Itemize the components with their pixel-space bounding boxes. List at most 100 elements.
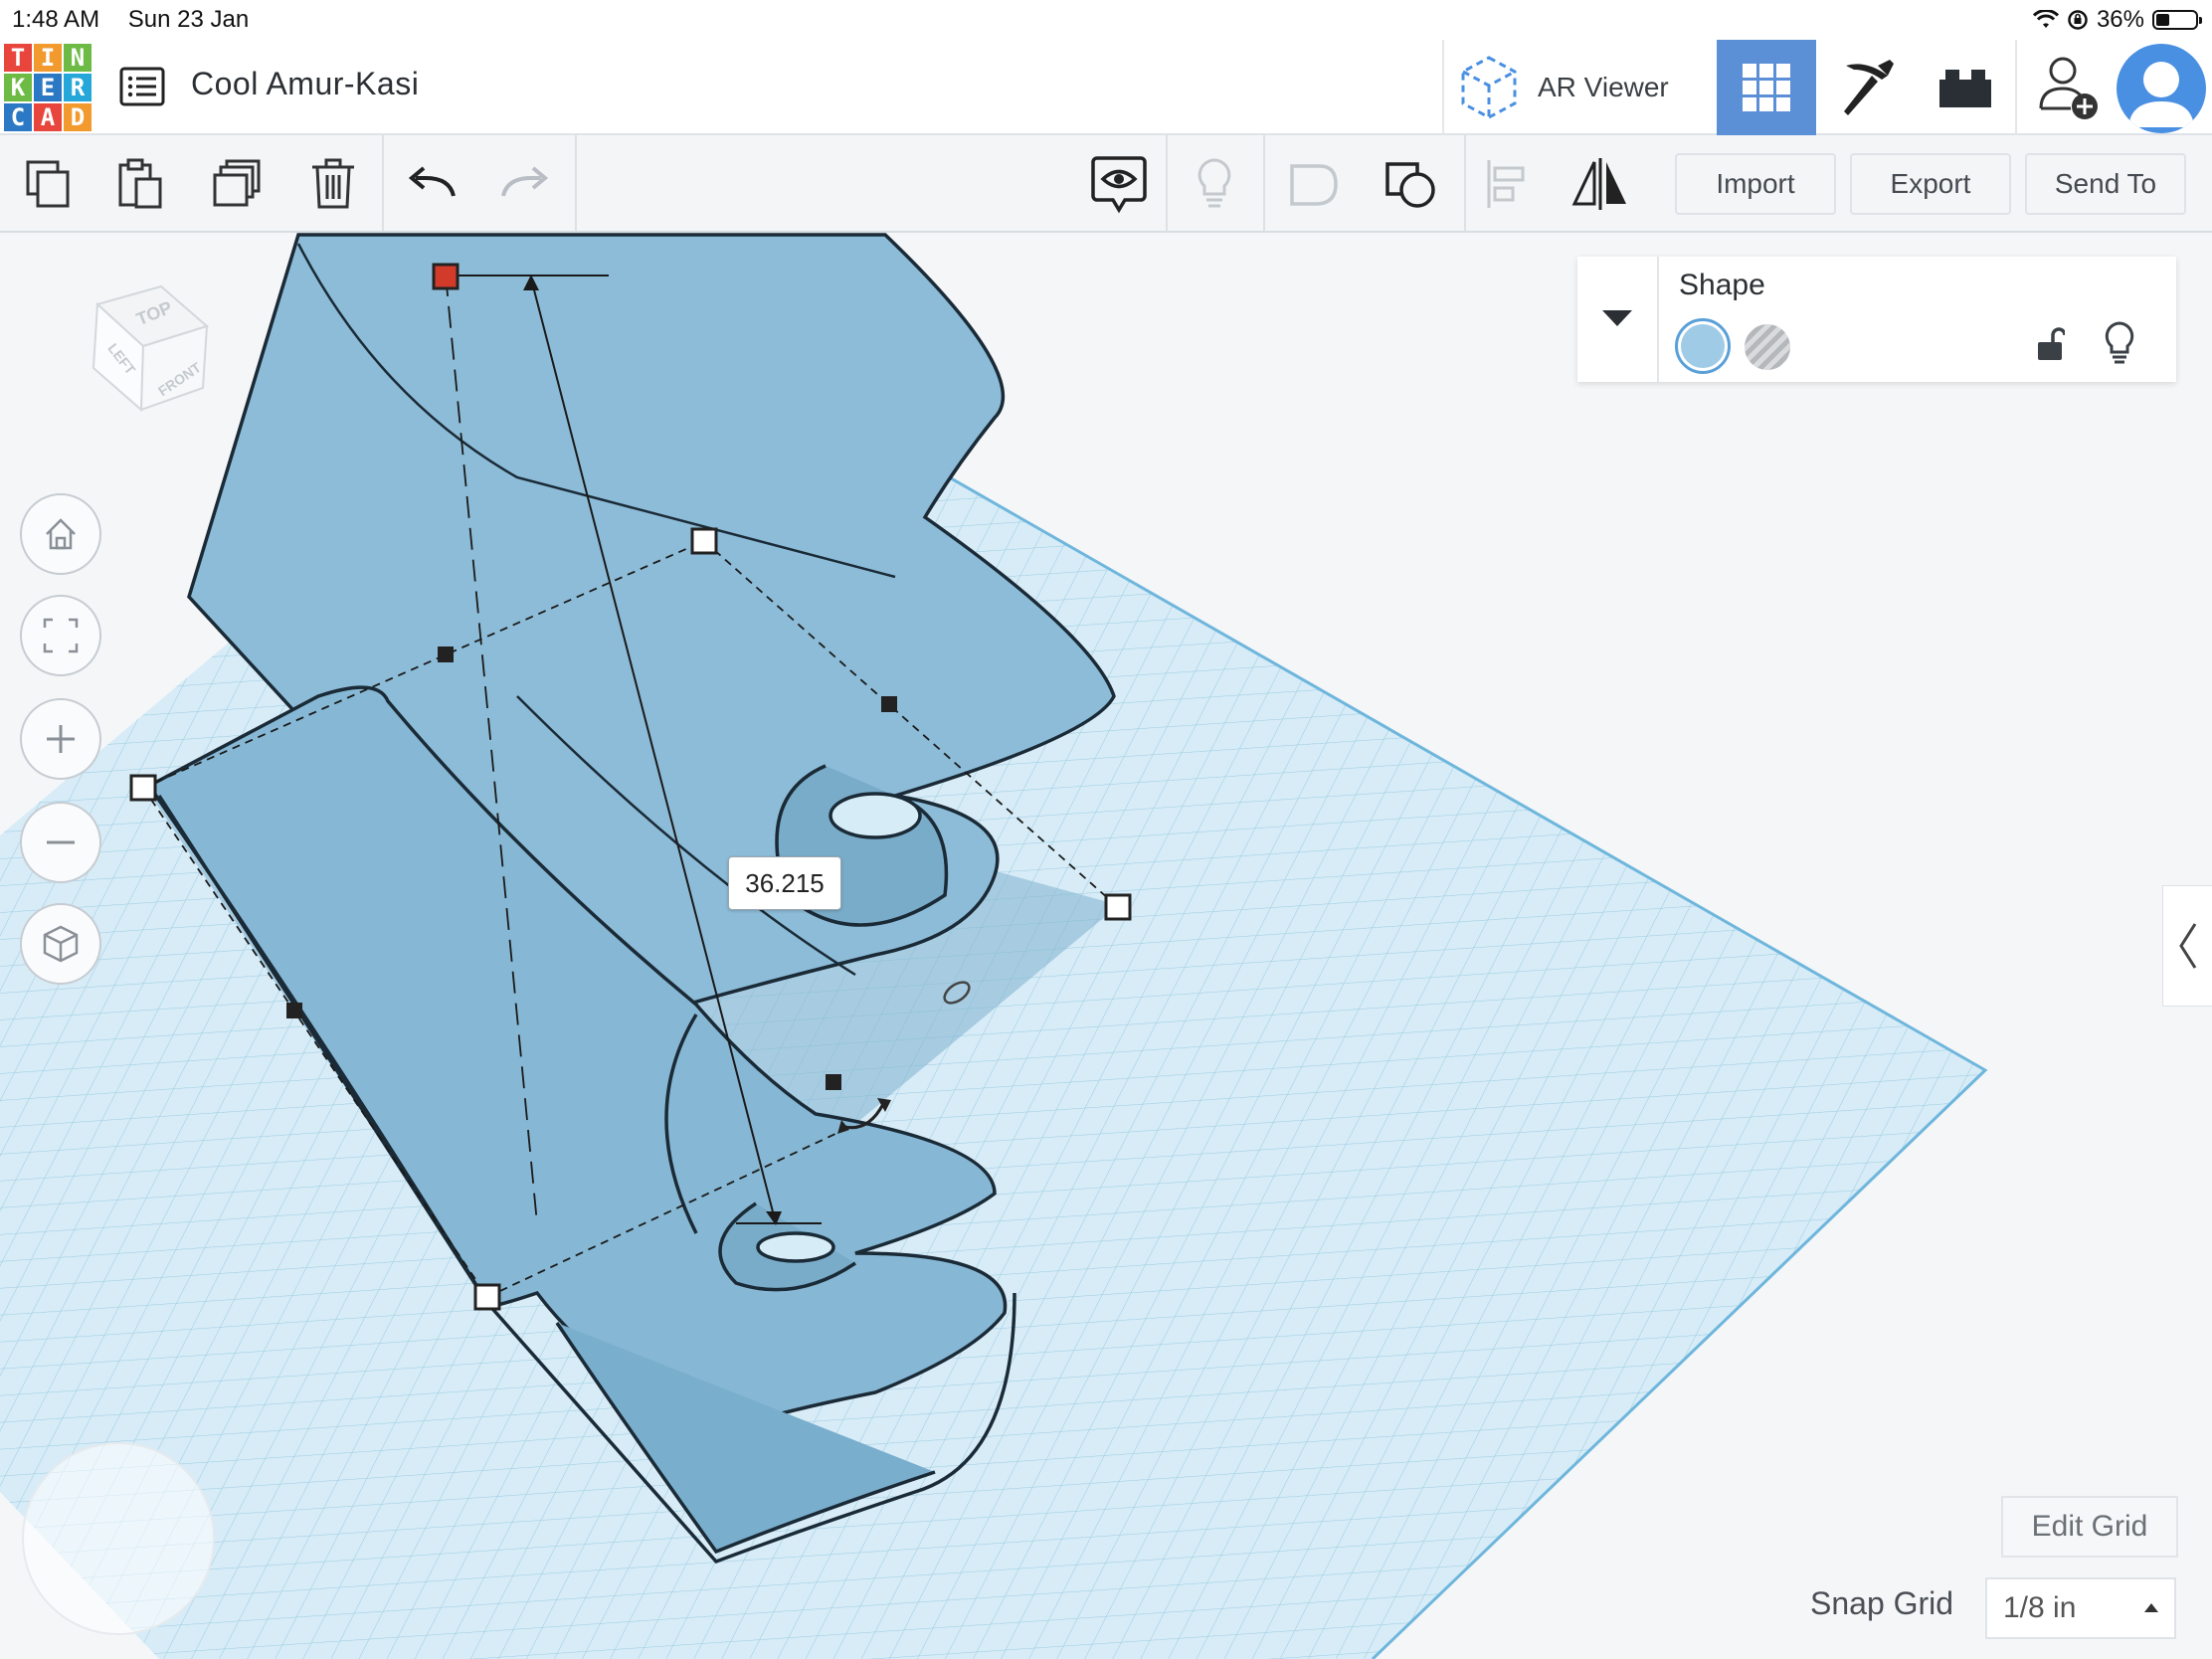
- trash-icon: [312, 158, 354, 209]
- brick-icon: [1939, 70, 1991, 107]
- undo-button[interactable]: [400, 151, 465, 217]
- scale-handle[interactable]: [690, 527, 718, 555]
- divider: [1464, 135, 1466, 231]
- scale-handle[interactable]: [129, 774, 157, 802]
- add-user-icon: [2039, 57, 2098, 119]
- user-avatar[interactable]: [2117, 44, 2206, 133]
- fit-view-button[interactable]: [20, 595, 101, 676]
- grid-icon: [1743, 64, 1790, 111]
- show-all-button[interactable]: [1182, 151, 1247, 217]
- edit-toolbar: Import Export Send To: [0, 135, 2212, 233]
- eye-bubble-icon: [1091, 156, 1147, 214]
- collapse-panel-button[interactable]: [1577, 257, 1659, 382]
- perspective-toggle-button[interactable]: [20, 903, 101, 985]
- height-handle[interactable]: [432, 263, 460, 290]
- mirror-icon: [1571, 158, 1626, 210]
- paste-button[interactable]: [107, 151, 173, 217]
- plus-icon: [47, 725, 75, 753]
- edit-grid-button[interactable]: Edit Grid: [2001, 1496, 2178, 1558]
- import-button[interactable]: Import: [1675, 153, 1836, 215]
- copy-button[interactable]: [16, 151, 82, 217]
- navigation-joystick[interactable]: [22, 1442, 215, 1635]
- cube-icon: [43, 925, 79, 963]
- view-cube[interactable]: TOP LEFT FRONT: [36, 267, 225, 436]
- mirror-button[interactable]: [1567, 151, 1633, 217]
- snap-grid-select[interactable]: 1/8 in: [1985, 1577, 2176, 1639]
- home-icon: [46, 518, 76, 550]
- align-button[interactable]: [1474, 151, 1540, 217]
- zoom-out-button[interactable]: [20, 802, 101, 883]
- pickaxe-icon: [1844, 60, 1894, 115]
- hole-button[interactable]: [1745, 324, 1790, 370]
- triangle-down-icon: [1602, 310, 1632, 326]
- edge-handle[interactable]: [826, 1074, 841, 1090]
- duplicate-icon: [213, 159, 261, 207]
- undo-icon: [408, 166, 456, 197]
- group-icon: [1290, 164, 1338, 206]
- logo-letter: N: [64, 44, 92, 72]
- ungroup-button[interactable]: [1379, 151, 1444, 217]
- 3d-view-button[interactable]: [1717, 40, 1816, 135]
- minus-icon: [47, 840, 75, 844]
- align-icon: [1487, 160, 1525, 208]
- logo-letter: R: [64, 74, 92, 101]
- logo-letter: D: [64, 103, 92, 131]
- divider: [1166, 135, 1168, 231]
- ar-viewer-button[interactable]: AR Viewer: [1458, 40, 1669, 135]
- workplane-canvas[interactable]: [0, 233, 2212, 1659]
- logo-letter: E: [34, 74, 62, 101]
- edge-handle[interactable]: [881, 696, 897, 712]
- fit-icon: [43, 618, 79, 653]
- snap-grid-label: Snap Grid: [1810, 1585, 1954, 1621]
- status-time: 1:48 AM: [12, 6, 100, 33]
- battery-percent: 36%: [2096, 6, 2144, 33]
- redo-icon: [501, 166, 549, 197]
- caret-up-icon: [2144, 1603, 2158, 1612]
- zoom-in-button[interactable]: [20, 698, 101, 780]
- send-to-button[interactable]: Send To: [2025, 153, 2186, 215]
- scale-handle[interactable]: [473, 1283, 501, 1311]
- visibility-bulb-icon[interactable]: [2103, 320, 2136, 366]
- redo-button[interactable]: [491, 151, 557, 217]
- scale-handle[interactable]: [1104, 893, 1132, 921]
- user-icon: [2128, 62, 2194, 127]
- edge-handle[interactable]: [286, 1003, 302, 1018]
- invite-user-button[interactable]: [2019, 40, 2119, 135]
- divider: [2015, 40, 2017, 135]
- battery-icon: [2152, 10, 2202, 30]
- status-bar: 1:48 AM Sun 23 Jan 36%: [0, 0, 2212, 40]
- height-dimension-input[interactable]: 36.215: [728, 856, 841, 910]
- ar-viewer-label: AR Viewer: [1538, 72, 1669, 102]
- notes-button[interactable]: [1086, 151, 1152, 217]
- ar-cube-icon: [1461, 56, 1517, 119]
- title-bar: T I N K E R C A D Cool Amur-Kasi AR View…: [0, 40, 2212, 135]
- orientation-lock-icon: [2068, 10, 2088, 30]
- unlock-icon[interactable]: [2035, 324, 2065, 364]
- solid-color-button[interactable]: [1675, 318, 1731, 374]
- shape-panel-title: Shape: [1679, 269, 1765, 301]
- divider: [1442, 40, 1444, 135]
- logo-letter: I: [34, 44, 62, 72]
- project-title[interactable]: Cool Amur-Kasi: [191, 66, 419, 102]
- ungroup-icon: [1385, 162, 1435, 208]
- snap-grid-value: 1/8 in: [2003, 1591, 2077, 1624]
- copy-icon: [26, 160, 70, 208]
- edge-handle[interactable]: [438, 646, 454, 662]
- tinkercad-logo[interactable]: T I N K E R C A D: [4, 44, 92, 131]
- logo-letter: T: [4, 44, 32, 72]
- export-button[interactable]: Export: [1850, 153, 2011, 215]
- wifi-icon: [2032, 10, 2059, 28]
- duplicate-button[interactable]: [205, 151, 271, 217]
- shape-inspector-panel: Shape: [1577, 257, 2176, 382]
- blocks-view-button[interactable]: [1816, 40, 1916, 135]
- design-list-button[interactable]: [117, 62, 167, 111]
- home-view-button[interactable]: [20, 493, 101, 575]
- shapes-panel-toggle[interactable]: [2162, 885, 2212, 1007]
- divider: [575, 135, 577, 231]
- group-button[interactable]: [1281, 151, 1347, 217]
- delete-button[interactable]: [300, 151, 366, 217]
- divider: [1263, 135, 1265, 231]
- workplane-viewport[interactable]: TOP LEFT FRONT: [0, 233, 2212, 1659]
- list-icon: [119, 67, 165, 106]
- bricks-view-button[interactable]: [1916, 40, 2015, 135]
